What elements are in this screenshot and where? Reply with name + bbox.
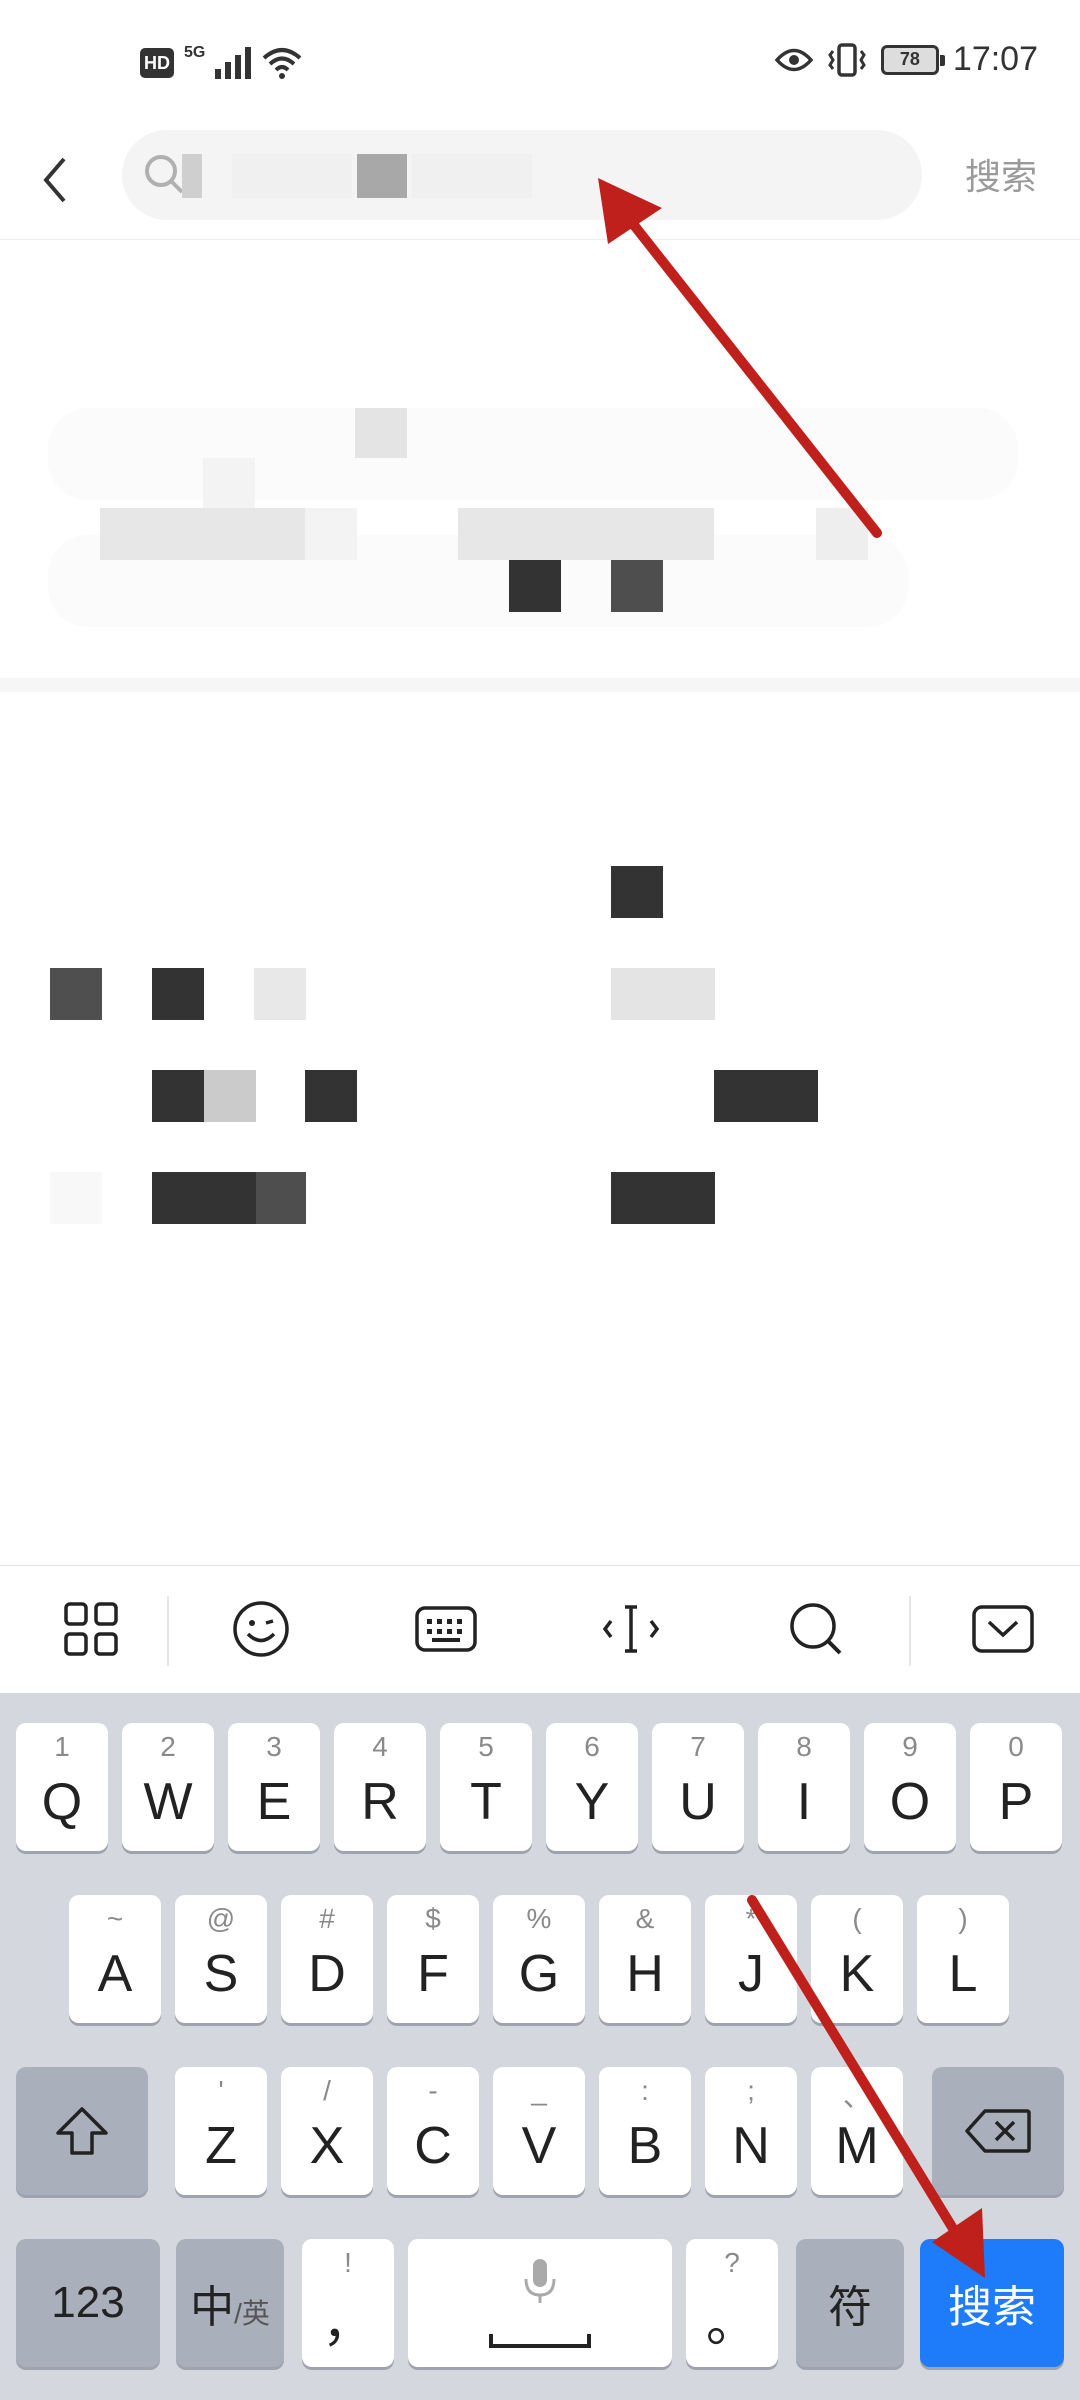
comma-key[interactable]: !， bbox=[302, 2239, 394, 2367]
key-u[interactable]: 7U bbox=[652, 1723, 744, 1851]
clock: 17:07 bbox=[952, 40, 1038, 78]
key-d[interactable]: # D bbox=[281, 1895, 373, 2023]
chevron-left-icon bbox=[43, 157, 66, 203]
redacted-block bbox=[152, 1070, 204, 1122]
key-n[interactable]: ; N bbox=[705, 2067, 797, 2195]
redacted-block bbox=[182, 154, 202, 198]
redacted-block bbox=[611, 866, 663, 918]
apps-grid-icon[interactable] bbox=[56, 1594, 126, 1664]
toolbar-separator bbox=[909, 1596, 911, 1666]
search-submit-button[interactable]: 搜索 bbox=[965, 148, 1037, 200]
status-bar: HD 5G 78 17:07 bbox=[0, 0, 1080, 130]
eye-icon bbox=[774, 48, 813, 71]
key-t[interactable]: 5T bbox=[440, 1723, 532, 1851]
keyboard: 1Q 2W 3E 4R 5T 6Y 7U 8I 9O 0P ~ A @ S # D $… bbox=[0, 1693, 1080, 2400]
keyboard-toolbar bbox=[0, 1565, 1080, 1693]
status-left: HD 5G bbox=[140, 44, 303, 80]
shift-key[interactable] bbox=[16, 2067, 148, 2195]
key-g[interactable]: % G bbox=[493, 1895, 585, 2023]
redacted-block bbox=[152, 1172, 256, 1224]
key-b[interactable]: :B bbox=[599, 2067, 691, 2195]
wifi-icon bbox=[263, 48, 302, 79]
cursor-icon[interactable] bbox=[596, 1594, 666, 1664]
key-s[interactable]: @ S bbox=[175, 1895, 267, 2023]
search-icon[interactable] bbox=[781, 1594, 851, 1664]
microphone-icon bbox=[524, 2259, 556, 2303]
backspace-icon bbox=[965, 2109, 1031, 2153]
redacted-block bbox=[256, 1172, 306, 1224]
key-h[interactable]: & H bbox=[599, 1895, 691, 2023]
redacted-block bbox=[50, 1172, 102, 1224]
vibrate-icon bbox=[828, 42, 866, 77]
redacted-block bbox=[714, 1070, 818, 1122]
backspace-key[interactable] bbox=[932, 2067, 1064, 2195]
key-e[interactable]: 3E bbox=[228, 1723, 320, 1851]
symbols-key[interactable]: 符 bbox=[796, 2239, 904, 2367]
key-r[interactable]: 4R bbox=[334, 1723, 426, 1851]
redacted-block bbox=[152, 968, 204, 1020]
redacted-block bbox=[816, 508, 868, 560]
collapse-keyboard-icon[interactable] bbox=[968, 1594, 1038, 1664]
hd-badge: HD bbox=[140, 48, 174, 78]
redacted-block bbox=[203, 458, 255, 508]
toolbar-separator bbox=[167, 1596, 169, 1666]
key-q[interactable]: 1Q bbox=[16, 1723, 108, 1851]
status-right: 78 17:07 bbox=[774, 40, 1038, 79]
keyboard-icon[interactable] bbox=[411, 1594, 481, 1664]
key-z[interactable]: ' Z bbox=[175, 2067, 267, 2195]
redacted-block bbox=[412, 154, 532, 198]
redacted-block bbox=[305, 508, 357, 560]
key-o[interactable]: 9O bbox=[864, 1723, 956, 1851]
redacted-block bbox=[509, 560, 561, 612]
keyboard-search-button[interactable]: 搜索 bbox=[920, 2239, 1064, 2367]
redacted-block bbox=[611, 968, 715, 1020]
section-divider bbox=[0, 678, 1080, 692]
key-j[interactable]: * J bbox=[705, 1895, 797, 2023]
search-box[interactable] bbox=[122, 130, 922, 220]
key-v[interactable]: _ V bbox=[493, 2067, 585, 2195]
redacted-block bbox=[458, 508, 714, 560]
space-key[interactable] bbox=[408, 2239, 672, 2367]
back-button[interactable] bbox=[30, 150, 80, 210]
language-switch-key[interactable]: 中/英 bbox=[176, 2239, 284, 2367]
signal-icon bbox=[215, 47, 252, 79]
redacted-block bbox=[357, 154, 407, 198]
key-x[interactable]: / X bbox=[281, 2067, 373, 2195]
redacted-block bbox=[204, 1070, 256, 1122]
network-type: 5G bbox=[184, 44, 206, 61]
redacted-block bbox=[611, 1172, 715, 1224]
redacted-block bbox=[100, 508, 305, 560]
key-k[interactable]: (K bbox=[811, 1895, 903, 2023]
redacted-block bbox=[232, 154, 352, 198]
key-c[interactable]: -C bbox=[387, 2067, 479, 2195]
redacted-block bbox=[355, 408, 407, 458]
battery-icon: 78 bbox=[880, 44, 945, 75]
period-key[interactable]: ?。 bbox=[686, 2239, 778, 2367]
history-card bbox=[48, 408, 1018, 500]
key-m[interactable]: 、 M bbox=[811, 2067, 903, 2195]
search-header: 搜索 bbox=[0, 130, 1080, 240]
redacted-block bbox=[254, 968, 306, 1020]
key-i[interactable]: 8I bbox=[758, 1723, 850, 1851]
redacted-block bbox=[611, 560, 663, 612]
key-f[interactable]: $ F bbox=[387, 1895, 479, 2023]
key-p[interactable]: 0P bbox=[970, 1723, 1062, 1851]
shift-icon bbox=[56, 2107, 108, 2155]
numbers-key[interactable]: 123 bbox=[16, 2239, 160, 2367]
redacted-block bbox=[50, 968, 102, 1020]
key-l[interactable]: ) L bbox=[917, 1895, 1009, 2023]
redacted-block bbox=[305, 1070, 357, 1122]
key-a[interactable]: ~ A bbox=[69, 1895, 161, 2023]
emoji-icon[interactable] bbox=[226, 1594, 296, 1664]
space-bar-icon bbox=[489, 2334, 591, 2348]
key-y[interactable]: 6Y bbox=[546, 1723, 638, 1851]
key-w[interactable]: 2W bbox=[122, 1723, 214, 1851]
